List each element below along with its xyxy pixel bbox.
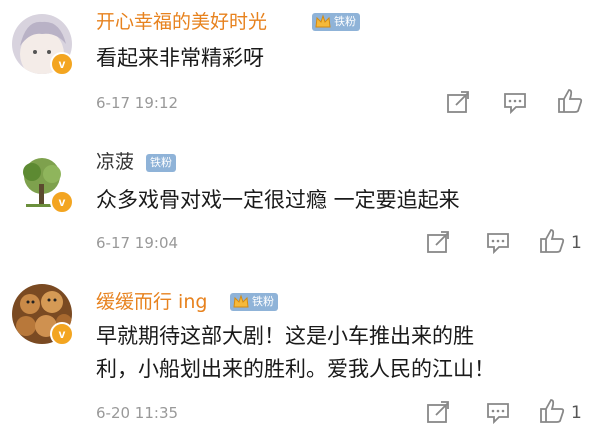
comment-time: 6-17 19:04 xyxy=(96,234,179,252)
share-icon[interactable] xyxy=(424,398,452,426)
like-count: 1 xyxy=(571,403,582,423)
comment-icon[interactable] xyxy=(501,88,529,116)
fan-badge: 铁粉 xyxy=(146,154,176,172)
comment-text-line: 看起来非常精彩呀 xyxy=(96,46,264,70)
like-icon[interactable] xyxy=(556,87,584,115)
verified-badge: v xyxy=(50,52,74,76)
fan-badge-label: 铁粉 xyxy=(150,156,172,169)
share-icon[interactable] xyxy=(444,88,472,116)
comment-item: v 凉菠 铁粉 众多戏骨对戏一定很过瘾 一定要追起来 6-17 19:04 1 xyxy=(0,138,597,268)
username[interactable]: 凉菠 xyxy=(96,150,134,174)
comment-time: 6-17 19:12 xyxy=(96,94,179,112)
comment-time: 6-20 11:35 xyxy=(96,404,179,422)
fan-badge-label: 铁粉 xyxy=(252,295,274,308)
fan-badge-label: 铁粉 xyxy=(334,15,356,28)
username[interactable]: 开心幸福的美好时光 xyxy=(96,10,267,34)
comment-item: v 缓缓而行 ing 铁粉 早就期待这部大剧！这是小车推出来的胜 利，小船划出来… xyxy=(0,276,597,436)
comment-text-line: 利，小船划出来的胜利。爱我人民的江山！ xyxy=(96,357,495,381)
comment-text: 早就期待这部大剧！这是小车推出来的胜 利，小船划出来的胜利。爱我人民的江山！ xyxy=(96,320,576,386)
like-icon[interactable] xyxy=(538,397,566,425)
comment-text: 众多戏骨对戏一定很过瘾 一定要追起来 xyxy=(96,184,576,217)
crown-icon xyxy=(233,294,249,308)
comment-text-line: 早就期待这部大剧！这是小车推出来的胜 xyxy=(96,324,474,348)
crown-icon xyxy=(315,14,331,28)
comment-icon[interactable] xyxy=(484,398,512,426)
fan-badge: 铁粉 xyxy=(312,13,360,31)
comment-text-line: 众多戏骨对戏一定很过瘾 一定要追起来 xyxy=(96,188,460,212)
verified-badge: v xyxy=(50,322,74,346)
like-count: 1 xyxy=(571,233,582,253)
fan-badge: 铁粉 xyxy=(230,293,278,311)
comment-item: v 开心幸福的美好时光 铁粉 看起来非常精彩呀 6-17 19:12 xyxy=(0,0,597,128)
username[interactable]: 缓缓而行 ing xyxy=(96,290,207,314)
comment-text: 看起来非常精彩呀 xyxy=(96,42,576,75)
comment-icon[interactable] xyxy=(484,228,512,256)
verified-badge: v xyxy=(50,190,74,214)
share-icon[interactable] xyxy=(424,228,452,256)
like-icon[interactable] xyxy=(538,227,566,255)
